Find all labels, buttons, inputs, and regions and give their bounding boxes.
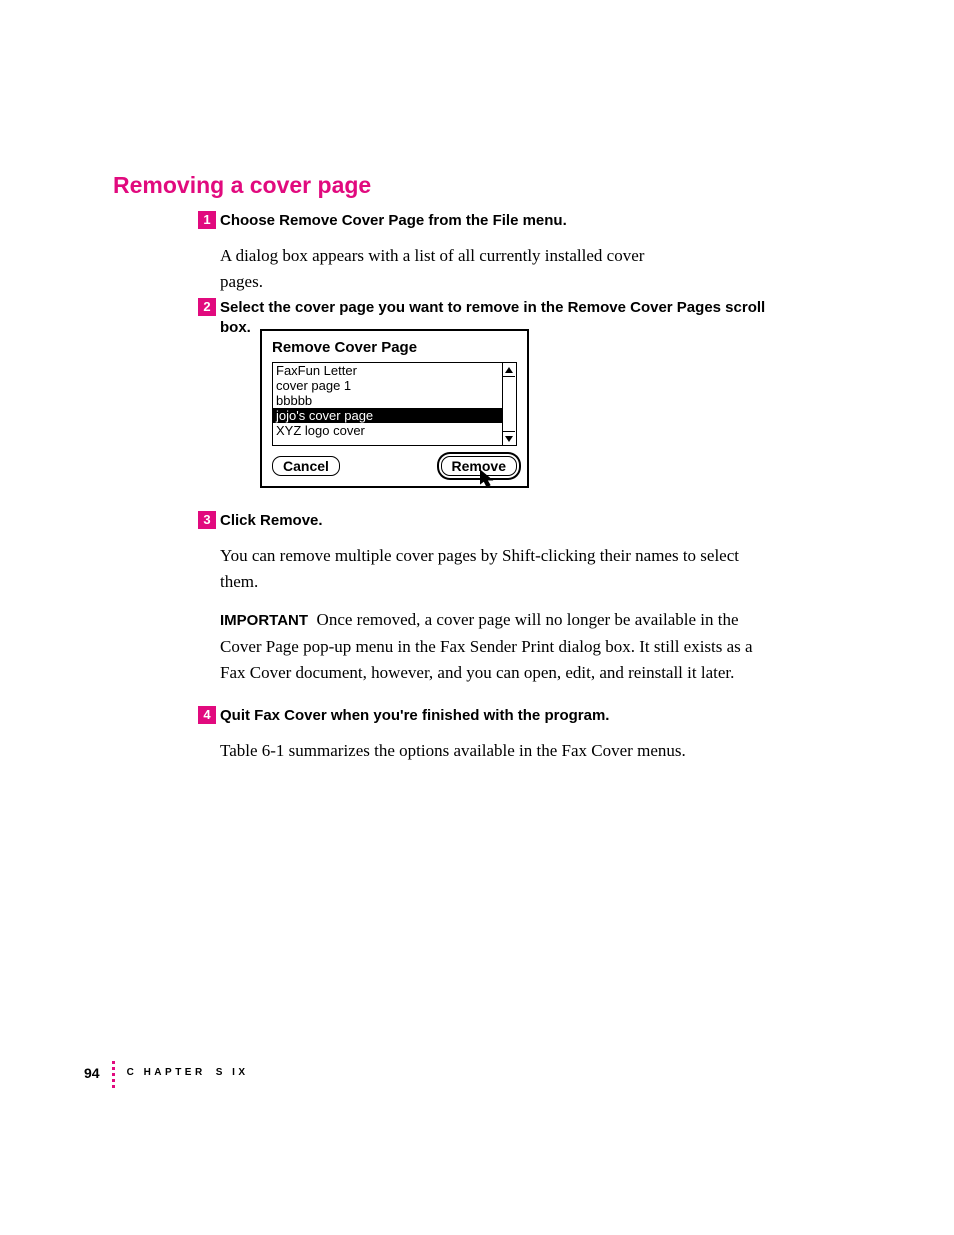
cancel-button[interactable]: Cancel — [272, 456, 340, 476]
step-3: 3 Click Remove. You can remove multiple … — [220, 511, 800, 686]
step-number-badge: 4 — [198, 706, 216, 724]
step-number-badge: 3 — [198, 511, 216, 529]
step-4-body: Table 6-1 summarizes the options availab… — [220, 738, 780, 764]
chapter-label: C HAPTERS IX — [127, 1067, 249, 1078]
remove-button[interactable]: Remove — [441, 456, 517, 476]
scroll-down-button[interactable] — [503, 431, 515, 445]
arrow-down-icon — [505, 436, 513, 442]
important-label: IMPORTANT — [220, 612, 308, 629]
step-1: 1 Choose Remove Cover Page from the File… — [220, 211, 800, 295]
cover-page-listbox[interactable]: FaxFun Letter cover page 1 bbbbb jojo's … — [272, 362, 517, 446]
arrow-up-icon — [505, 367, 513, 373]
dialog-title: Remove Cover Page — [272, 339, 517, 356]
step-3-important: IMPORTANT Once removed, a cover page wil… — [220, 607, 780, 686]
section-heading: Removing a cover page — [113, 172, 371, 199]
step-4-title: Quit Fax Cover when you're finished with… — [220, 706, 800, 726]
step-3-body1: You can remove multiple cover pages by S… — [220, 543, 780, 595]
step-number-badge: 1 — [198, 211, 216, 229]
step-number-badge: 2 — [198, 298, 216, 316]
footer-dots-icon — [112, 1061, 115, 1088]
page-number: 94 — [84, 1065, 100, 1081]
remove-cover-page-dialog: Remove Cover Page FaxFun Letter cover pa… — [260, 329, 529, 488]
list-item[interactable]: cover page 1 — [273, 378, 503, 393]
step-1-title: Choose Remove Cover Page from the File m… — [220, 211, 800, 231]
list-item[interactable]: bbbbb — [273, 393, 503, 408]
scroll-up-button[interactable] — [503, 363, 515, 377]
step-3-title: Click Remove. — [220, 511, 800, 531]
scrollbar[interactable] — [502, 363, 516, 445]
dialog-figure: Remove Cover Page FaxFun Letter cover pa… — [260, 329, 529, 488]
list-item-selected[interactable]: jojo's cover page — [273, 408, 503, 423]
step-1-body: A dialog box appears with a list of all … — [220, 243, 650, 295]
list-item[interactable]: XYZ logo cover — [273, 423, 503, 438]
step-4: 4 Quit Fax Cover when you're finished wi… — [220, 706, 800, 764]
list-item[interactable]: FaxFun Letter — [273, 363, 503, 378]
page-footer: 94 C HAPTERS IX — [84, 1059, 249, 1086]
